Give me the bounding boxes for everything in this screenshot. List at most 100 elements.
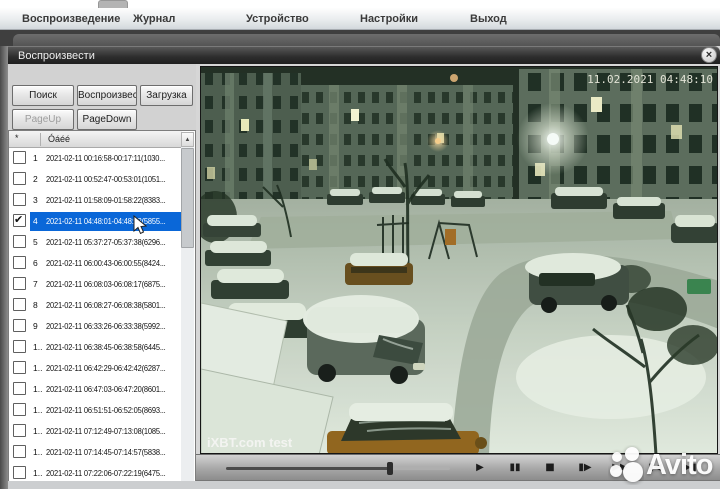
list-item[interactable]: 1 2021-02-11 00:16:58-00:17:11(1030... bbox=[9, 148, 182, 169]
recording-list: * Óáéé 1 2021-02-11 00:16:58-00:17:11(103… bbox=[8, 130, 196, 489]
list-item[interactable]: 9 2021-02-11 06:33:26-06:33:38(5992... bbox=[9, 316, 182, 337]
background-tab bbox=[98, 0, 128, 8]
row-number: 1.. bbox=[33, 342, 43, 352]
row-filename: 2021-02-11 06:00:43-06:00:55(8424... bbox=[46, 258, 166, 268]
list-item[interactable]: 3 2021-02-11 01:58:09-01:58:22(8383... bbox=[9, 190, 182, 211]
list-item[interactable]: 8 2021-02-11 06:08:27-06:08:38(5801... bbox=[9, 295, 182, 316]
menu-item[interactable]: Выход bbox=[470, 8, 507, 30]
menu-bar: Воспроизведение Журнал Устройство Настро… bbox=[0, 8, 720, 30]
scroll-up-icon[interactable]: ▲ bbox=[181, 132, 194, 147]
row-filename: 2021-02-11 06:42:29-06:42:42(6287... bbox=[46, 363, 166, 373]
row-number: 1.. bbox=[33, 426, 43, 436]
video-watermark: iXBT.com test bbox=[207, 435, 293, 450]
page-up-button[interactable]: PageUp bbox=[12, 109, 74, 130]
row-filename: 2021-02-11 06:38:45-06:38:58(6445... bbox=[46, 342, 166, 352]
checkbox[interactable]: ✔ bbox=[13, 214, 26, 227]
download-button[interactable]: Загрузка bbox=[140, 85, 193, 106]
window-left-border bbox=[0, 46, 8, 489]
checkbox[interactable] bbox=[13, 256, 26, 269]
list-rows: 1 2021-02-11 00:16:58-00:17:11(1030... 22… bbox=[9, 148, 182, 488]
dialog-title-bar: Воспроизвести bbox=[0, 46, 720, 64]
column-divider bbox=[40, 133, 41, 146]
next-file-button[interactable]: ▶▮ bbox=[680, 458, 700, 478]
checkbox[interactable] bbox=[13, 193, 26, 206]
row-number: 1.. bbox=[33, 363, 43, 373]
video-timestamp: 11.02.2021 04:48:10 bbox=[587, 73, 713, 86]
checkbox[interactable] bbox=[13, 403, 26, 416]
list-item[interactable]: 7 2021-02-11 06:08:03-06:08:17(6875... bbox=[9, 274, 182, 295]
row-filename: 2021-02-11 07:12:49-07:13:08(1085... bbox=[46, 426, 166, 436]
workspace-tab bbox=[13, 34, 720, 46]
checkbox[interactable] bbox=[13, 382, 26, 395]
row-filename: 2021-02-11 06:33:26-06:33:38(5992... bbox=[46, 321, 166, 331]
row-number: 2 bbox=[33, 174, 38, 184]
list-item[interactable]: 2 2021-02-11 00:52:47-00:53:01(1051... bbox=[9, 169, 182, 190]
file-column-header: Óáéé bbox=[48, 134, 71, 144]
row-number: 1.. bbox=[33, 405, 43, 415]
checkbox[interactable] bbox=[13, 151, 26, 164]
checkbox[interactable] bbox=[13, 172, 26, 185]
window-bottom-edge bbox=[8, 481, 720, 489]
close-icon[interactable]: × bbox=[701, 47, 717, 63]
checkbox[interactable] bbox=[13, 361, 26, 374]
list-item[interactable]: 1.. 2021-02-11 07:14:45-07:14:57(5838... bbox=[9, 442, 182, 463]
list-item[interactable]: 1.. 2021-02-11 06:47:03-06:47:20(8601... bbox=[9, 379, 182, 400]
list-header: * Óáéé bbox=[9, 131, 182, 148]
seek-handle[interactable] bbox=[386, 462, 393, 475]
row-number: 1.. bbox=[33, 447, 43, 457]
row-filename: 2021-02-11 07:14:45-07:14:57(5838... bbox=[46, 447, 166, 457]
checkbox[interactable] bbox=[13, 445, 26, 458]
checkbox[interactable] bbox=[13, 319, 26, 332]
check-column-header: * bbox=[15, 133, 19, 143]
row-number: 5 bbox=[33, 237, 38, 247]
step-forward-button[interactable]: ▮▶ bbox=[575, 458, 595, 478]
search-button[interactable]: Поиск bbox=[12, 85, 74, 106]
menu-item[interactable]: Настройки bbox=[360, 8, 418, 30]
list-item[interactable]: 1.. 2021-02-11 06:38:45-06:38:58(6445... bbox=[9, 337, 182, 358]
menu-item[interactable]: Журнал bbox=[133, 8, 175, 30]
row-filename: 2021-02-11 04:48:01-04:48:13(5855... bbox=[46, 216, 166, 226]
checkbox[interactable] bbox=[13, 466, 26, 479]
stop-button[interactable]: ■ bbox=[540, 458, 560, 478]
seek-progress bbox=[226, 467, 390, 470]
checkbox[interactable] bbox=[13, 277, 26, 290]
play-button[interactable]: ▶ bbox=[470, 458, 490, 478]
list-item[interactable]: 1.. 2021-02-11 06:51:51-06:52:05(8693... bbox=[9, 400, 182, 421]
row-number: 1.. bbox=[33, 384, 43, 394]
row-filename: 2021-02-11 06:08:03-06:08:17(6875... bbox=[46, 279, 166, 289]
list-item[interactable]: ✔ 4 2021-02-11 04:48:01-04:48:13(5855... bbox=[9, 211, 182, 232]
row-filename: 2021-02-11 06:51:51-06:52:05(8693... bbox=[46, 405, 166, 415]
checkbox[interactable] bbox=[13, 298, 26, 311]
row-number: 9 bbox=[33, 321, 38, 331]
list-item[interactable]: 6 2021-02-11 06:00:43-06:00:55(8424... bbox=[9, 253, 182, 274]
checkbox[interactable] bbox=[13, 235, 26, 248]
row-filename: 2021-02-11 01:58:09-01:58:22(8383... bbox=[46, 195, 166, 205]
playback-controls: ▶ ▮▮ ■ ▮▶ ▶▶ ▮◀ ▶▮ bbox=[196, 454, 720, 481]
row-filename: 2021-02-11 06:47:03-06:47:20(8601... bbox=[46, 384, 166, 394]
menu-item[interactable]: Воспроизведение bbox=[22, 8, 120, 30]
row-number: 8 bbox=[33, 300, 38, 310]
row-filename: 2021-02-11 06:08:27-06:08:38(5801... bbox=[46, 300, 166, 310]
fast-forward-button[interactable]: ▶▶ bbox=[610, 458, 630, 478]
play-file-button[interactable]: Воспроизвести bbox=[77, 85, 137, 106]
list-item[interactable]: 5 2021-02-11 05:37:27-05:37:38(6296... bbox=[9, 232, 182, 253]
video-feed: 11.02.2021 04:48:10 iXBT.com test bbox=[200, 66, 718, 454]
page-down-button[interactable]: PageDown bbox=[77, 109, 137, 130]
row-number: 6 bbox=[33, 258, 38, 268]
checkmark-icon: ✔ bbox=[14, 214, 24, 226]
checkbox[interactable] bbox=[13, 424, 26, 437]
seek-bar[interactable] bbox=[226, 462, 450, 475]
menu-item[interactable]: Устройство bbox=[246, 8, 309, 30]
list-scrollbar[interactable]: ▲ bbox=[181, 132, 194, 488]
app-window: Воспроизведение Журнал Устройство Настро… bbox=[0, 0, 720, 489]
pause-button[interactable]: ▮▮ bbox=[505, 458, 525, 478]
control-buttons: ▶ ▮▮ ■ ▮▶ ▶▶ ▮◀ ▶▮ bbox=[470, 458, 700, 478]
prev-file-button[interactable]: ▮◀ bbox=[645, 458, 665, 478]
list-item[interactable]: 1.. 2021-02-11 07:12:49-07:13:08(1085... bbox=[9, 421, 182, 442]
playback-panel: Поиск Воспроизвести Загрузка PageUp Page… bbox=[8, 64, 196, 489]
scrollbar-thumb[interactable] bbox=[181, 148, 194, 248]
row-filename: 2021-02-11 00:52:47-00:53:01(1051... bbox=[46, 174, 166, 184]
checkbox[interactable] bbox=[13, 340, 26, 353]
row-number: 1 bbox=[33, 153, 38, 163]
list-item[interactable]: 1.. 2021-02-11 06:42:29-06:42:42(6287... bbox=[9, 358, 182, 379]
